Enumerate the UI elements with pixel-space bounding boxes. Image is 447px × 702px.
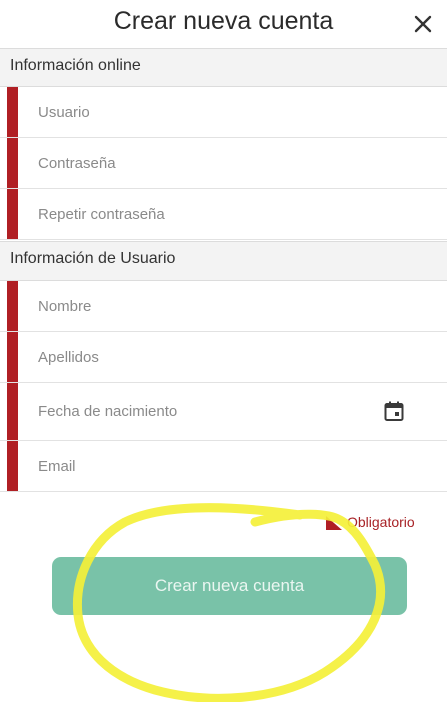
required-indicator (7, 189, 18, 239)
password-input[interactable] (38, 138, 368, 188)
required-indicator (7, 332, 18, 382)
repeat-password-input[interactable] (38, 189, 368, 239)
last-name-field[interactable] (0, 332, 447, 383)
calendar-icon[interactable] (383, 400, 405, 422)
first-name-field[interactable] (0, 281, 447, 332)
create-account-button[interactable]: Crear nueva cuenta (52, 557, 407, 615)
required-indicator (7, 281, 18, 331)
section-title: Información de Usuario (10, 250, 176, 267)
email-input[interactable] (38, 441, 368, 491)
birthdate-input[interactable] (38, 383, 368, 440)
close-icon[interactable] (407, 8, 439, 40)
required-legend-label: Obligatorio (347, 514, 415, 530)
birthdate-field[interactable] (0, 383, 447, 441)
page-title: Crear nueva cuenta (113, 7, 334, 35)
username-field[interactable] (0, 87, 447, 138)
section-header-user-info: Información de Usuario (0, 241, 447, 281)
first-name-input[interactable] (38, 281, 368, 331)
close-button[interactable] (407, 8, 439, 40)
required-indicator (7, 138, 18, 188)
header: Crear nueva cuenta (0, 0, 447, 48)
last-name-input[interactable] (38, 332, 368, 382)
password-field[interactable] (0, 138, 447, 189)
required-flag-icon (326, 516, 342, 530)
email-field[interactable] (0, 441, 447, 492)
section-header-online-info: Información online (0, 48, 447, 87)
required-indicator (7, 87, 18, 137)
required-indicator (7, 383, 18, 440)
username-input[interactable] (38, 87, 368, 137)
required-indicator (7, 441, 18, 491)
repeat-password-field[interactable] (0, 189, 447, 240)
section-title: Información online (10, 57, 141, 74)
